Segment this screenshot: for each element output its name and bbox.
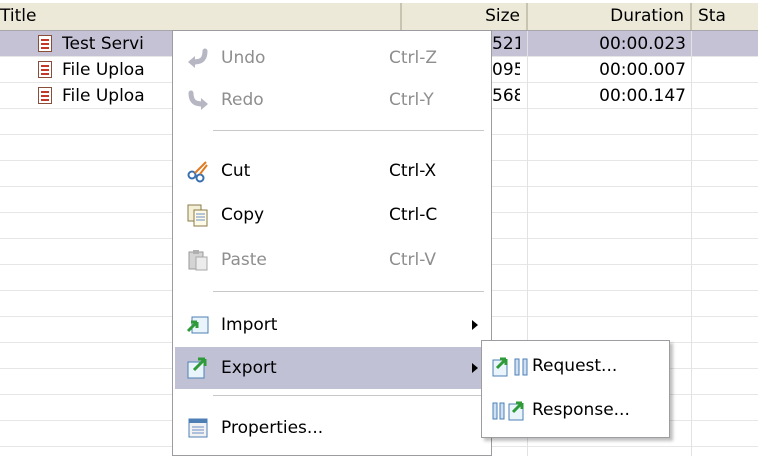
submenu-item-label: Response... <box>532 400 630 420</box>
export-response-icon <box>491 398 531 422</box>
paste-icon <box>186 248 210 272</box>
column-duration-label: Duration <box>610 6 684 26</box>
submenu-item-label: Request... <box>532 356 618 376</box>
menu-item-redo[interactable]: Redo Ctrl-Y <box>175 79 489 121</box>
menu-item-label: Copy <box>221 205 265 225</box>
column-size-label: Size <box>485 6 520 26</box>
menu-item-label: Redo <box>221 90 264 110</box>
menu-separator <box>213 291 484 293</box>
row-title: Test Servi <box>62 34 144 54</box>
menu-item-shortcut: Ctrl-Y <box>389 90 434 110</box>
submenu-arrow-icon <box>472 320 478 330</box>
column-status-label: Sta <box>698 6 726 26</box>
column-header-title[interactable]: Title <box>0 3 402 30</box>
menu-item-shortcut: Ctrl-V <box>389 250 437 270</box>
document-icon <box>38 35 52 52</box>
submenu-item-request[interactable]: Request... <box>484 345 667 387</box>
row-title: File Uploa <box>62 60 145 80</box>
row-size: 521 <box>492 34 520 54</box>
document-icon <box>38 87 52 104</box>
menu-item-cut[interactable]: Cut Ctrl-X <box>175 150 489 192</box>
submenu-item-response[interactable]: Response... <box>484 389 667 431</box>
menu-separator <box>213 130 484 132</box>
export-icon <box>186 356 210 380</box>
row-size: 568 <box>492 86 520 106</box>
menu-item-label: Import <box>221 315 278 335</box>
column-divider <box>691 31 692 456</box>
scissors-icon <box>186 159 210 183</box>
menu-item-shortcut: Ctrl-C <box>389 205 438 225</box>
menu-separator <box>213 395 484 397</box>
menu-item-copy[interactable]: Copy Ctrl-C <box>175 194 489 236</box>
menu-item-label: Export <box>221 358 277 378</box>
undo-icon <box>186 46 210 70</box>
row-duration: 00:00.147 <box>599 86 686 106</box>
export-request-icon <box>491 354 531 378</box>
table-header: Title Size Duration Sta <box>0 3 758 31</box>
menu-item-shortcut: Ctrl-Z <box>389 48 438 68</box>
menu-item-label: Paste <box>221 250 267 270</box>
export-submenu: Request... Response... <box>481 340 670 438</box>
document-icon <box>38 61 52 78</box>
row-size: 095 <box>492 60 520 80</box>
menu-item-label: Undo <box>221 48 266 68</box>
column-header-size[interactable]: Size <box>402 3 528 30</box>
menu-item-label: Cut <box>221 161 251 181</box>
column-header-status[interactable]: Sta <box>692 3 758 30</box>
menu-item-properties[interactable]: Properties... <box>175 407 489 449</box>
column-title-label: Title <box>0 6 37 26</box>
column-header-duration[interactable]: Duration <box>528 3 692 30</box>
submenu-arrow-icon <box>472 363 478 373</box>
import-icon <box>186 313 210 337</box>
menu-item-export[interactable]: Export <box>175 347 489 389</box>
context-menu: Undo Ctrl-Z Redo Ctrl-Y Cut Ctrl-X Copy … <box>172 30 492 456</box>
row-title: File Uploa <box>62 86 145 106</box>
menu-item-label: Properties... <box>221 418 324 438</box>
copy-icon <box>186 203 210 227</box>
row-duration: 00:00.007 <box>599 60 686 80</box>
menu-item-import[interactable]: Import <box>175 304 489 346</box>
menu-item-shortcut: Ctrl-X <box>389 161 437 181</box>
properties-icon <box>186 416 210 440</box>
menu-item-undo[interactable]: Undo Ctrl-Z <box>175 37 489 79</box>
redo-icon <box>186 88 210 112</box>
row-duration: 00:00.023 <box>599 34 686 54</box>
menu-item-paste[interactable]: Paste Ctrl-V <box>175 239 489 281</box>
